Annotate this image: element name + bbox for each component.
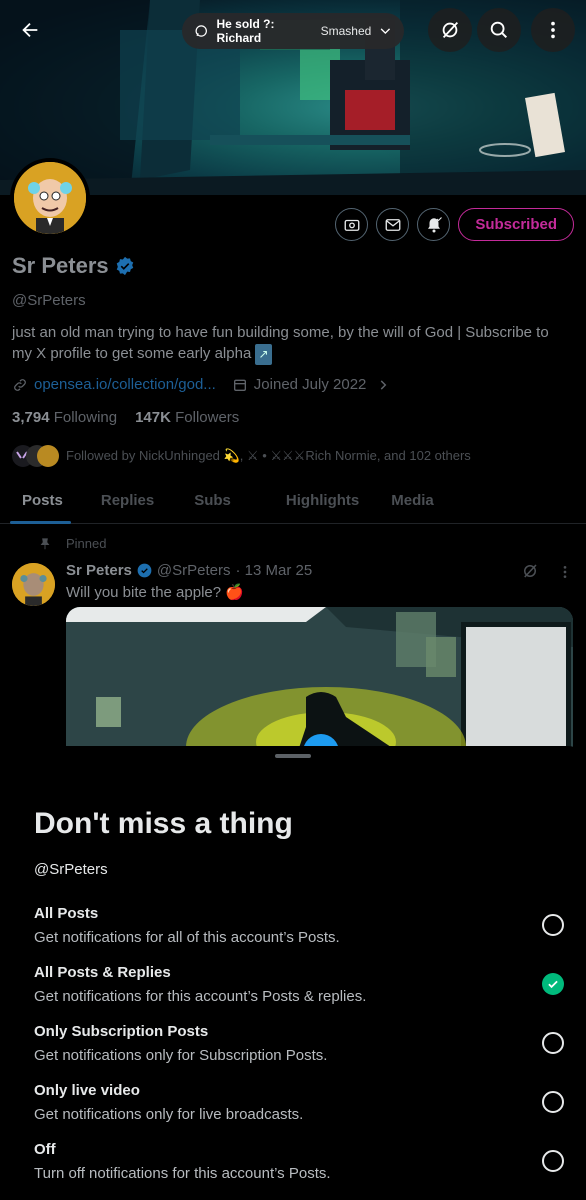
followers-count: 147K	[135, 409, 171, 426]
option-all-posts[interactable]: All Posts Get notifications for all of t…	[34, 904, 564, 948]
sheet-title: Don't miss a thing	[34, 807, 293, 840]
link-icon	[14, 378, 26, 391]
followers-label: Followers	[175, 409, 240, 426]
radio-button[interactable]	[542, 1150, 564, 1172]
option-all-posts-replies[interactable]: All Posts & Replies Get notifications fo…	[34, 963, 564, 1007]
option-subscription-posts[interactable]: Only Subscription Posts Get notification…	[34, 1022, 564, 1066]
avatar-image	[14, 162, 86, 234]
message-button[interactable]	[376, 208, 410, 241]
tab-highlights[interactable]: Highlights	[246, 482, 374, 523]
profile-name-row: Sr Peters	[12, 253, 135, 279]
option-desc: Get notifications for all of this accoun…	[34, 929, 340, 946]
follower-avatars	[12, 445, 59, 467]
calendar-icon	[233, 379, 246, 391]
more-button[interactable]	[531, 8, 575, 52]
option-title: Only live video	[34, 1082, 140, 1099]
notifications-button[interactable]	[417, 208, 451, 241]
search-button[interactable]	[477, 8, 521, 52]
radio-button[interactable]	[542, 914, 564, 936]
radio-button[interactable]	[542, 1091, 564, 1113]
search-icon	[490, 21, 508, 39]
verified-badge-icon	[137, 563, 152, 578]
profile-actions: Subscribed	[335, 208, 574, 241]
back-button[interactable]	[10, 10, 50, 50]
followed-by-row[interactable]: Followed by NickUnhinged 💫, ⚔ • ⚔⚔⚔Rich …	[12, 443, 471, 469]
space-title: He sold ?: Richard	[216, 17, 275, 45]
option-off[interactable]: Off Turn off notifications for this acco…	[34, 1140, 564, 1184]
pinned-label: Pinned	[66, 536, 107, 551]
pin-icon	[40, 537, 50, 549]
subscribed-button[interactable]: Subscribed	[458, 208, 574, 241]
profile-page: He sold ?: Richard Smashed Subscribed Sr…	[0, 0, 586, 1200]
money-icon	[344, 219, 360, 231]
bell-check-icon	[427, 216, 442, 232]
grok-icon	[442, 22, 459, 38]
post-author-avatar[interactable]	[12, 563, 55, 606]
profile-name: Sr Peters	[12, 253, 109, 278]
chevron-right-icon[interactable]	[376, 378, 390, 392]
sheet-drag-handle[interactable]	[275, 754, 311, 758]
back-arrow-icon	[22, 22, 38, 38]
profile-tabs: Posts Replies Subs Highlights Media	[0, 482, 586, 524]
option-desc: Turn off notifications for this account’…	[34, 1165, 331, 1182]
bio-arrow-emoji: ↗	[255, 344, 272, 365]
option-desc: Get notifications only for Subscription …	[34, 1047, 328, 1064]
post-header: Sr Peters @SrPeters · 13 Mar 25	[66, 562, 312, 579]
more-vertical-icon	[551, 21, 555, 39]
avatar-image	[12, 563, 55, 606]
chat-bubble-icon	[195, 25, 207, 37]
chevron-down-icon	[380, 28, 391, 35]
option-desc: Get notifications for this account’s Pos…	[34, 988, 367, 1005]
post-text: Will you bite the apple? 🍎	[66, 584, 244, 601]
option-live-video[interactable]: Only live video Get notifications only f…	[34, 1081, 564, 1125]
option-title: Off	[34, 1141, 56, 1158]
grok-button[interactable]	[428, 8, 472, 52]
tab-subs[interactable]: Subs	[169, 482, 246, 523]
sheet-handle: @SrPeters	[34, 861, 108, 878]
follow-counts: 3,794 Following 147K Followers	[12, 409, 239, 426]
following-label: Following	[53, 409, 118, 426]
post-media[interactable]	[66, 607, 573, 757]
followed-by-text: Followed by NickUnhinged 💫, ⚔ • ⚔⚔⚔Rich …	[66, 448, 471, 463]
post-media-image	[66, 607, 573, 757]
option-title: All Posts	[34, 905, 99, 922]
profile-meta: opensea.io/collection/god... Joined July…	[12, 376, 390, 393]
tab-media[interactable]: Media	[374, 482, 449, 523]
envelope-icon	[385, 218, 401, 231]
joined-date: Joined July 2022	[253, 376, 367, 393]
live-space-pill[interactable]: He sold ?: Richard Smashed	[182, 13, 404, 49]
option-title: All Posts & Replies	[34, 964, 171, 981]
tab-posts[interactable]: Posts	[0, 482, 71, 524]
profile-handle: @SrPeters	[12, 292, 86, 309]
tip-button[interactable]	[335, 208, 369, 241]
post-author-handle: @SrPeters	[156, 562, 231, 579]
profile-link[interactable]: opensea.io/collection/god...	[34, 376, 216, 393]
post-more-icon[interactable]	[557, 564, 573, 580]
following-link[interactable]: 3,794 Following	[12, 409, 117, 426]
tab-replies[interactable]: Replies	[71, 482, 169, 523]
option-desc: Get notifications only for live broadcas…	[34, 1106, 304, 1123]
option-title: Only Subscription Posts	[34, 1023, 209, 1040]
verified-badge-icon[interactable]	[115, 256, 135, 276]
post-author-name[interactable]: Sr Peters	[66, 562, 132, 579]
profile-banner[interactable]: He sold ?: Richard Smashed	[0, 0, 586, 195]
profile-bio: just an old man trying to have fun build…	[12, 322, 572, 365]
radio-button[interactable]	[542, 1032, 564, 1054]
space-subtitle: Smashed	[320, 24, 372, 38]
profile-avatar[interactable]	[10, 158, 90, 238]
bio-text: just an old man trying to have fun build…	[12, 324, 549, 362]
following-count: 3,794	[12, 409, 50, 426]
radio-button-selected[interactable]	[542, 973, 564, 995]
pinned-label-row: Pinned	[38, 536, 106, 551]
checkmark-icon	[548, 980, 558, 989]
post-date: · 13 Mar 25	[235, 562, 313, 579]
followers-link[interactable]: 147K Followers	[135, 409, 239, 426]
grok-icon[interactable]	[521, 562, 539, 580]
